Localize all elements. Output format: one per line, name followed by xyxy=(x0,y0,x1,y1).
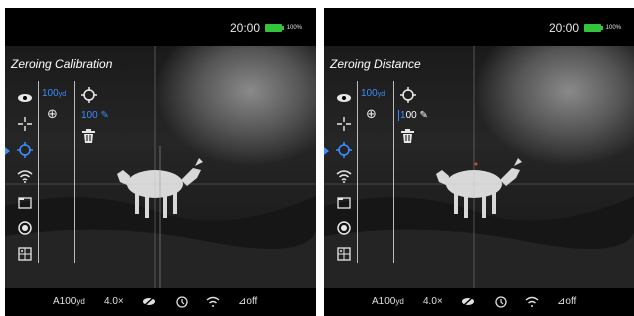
wifi-icon[interactable] xyxy=(336,168,352,184)
status-bar: 20:00 100% xyxy=(324,8,634,46)
eye-icon[interactable] xyxy=(17,90,33,106)
zeroing-distance-value[interactable]: 100yd xyxy=(42,88,66,99)
bottom-status-bar: A100yd 4.0× ⊿off xyxy=(5,288,316,316)
device-screen-right: 20:00 100% Zeroing Distance 100yd ⊕ 100 … xyxy=(324,8,634,316)
add-distance-icon[interactable]: ⊕ xyxy=(366,106,377,122)
battery-icon xyxy=(584,24,603,32)
selection-arrow-icon xyxy=(324,147,329,155)
clock: 20:00 xyxy=(229,21,260,35)
menu-title: Zeroing Calibration xyxy=(11,57,113,71)
trash-icon[interactable] xyxy=(401,129,414,148)
zoom-label: 4.0× xyxy=(104,296,124,307)
wifi-status-icon xyxy=(206,296,220,310)
profile-label: A100yd xyxy=(53,296,85,307)
settings-grid-icon[interactable] xyxy=(336,246,352,262)
ir-off-icon xyxy=(142,296,156,310)
divider xyxy=(38,81,39,263)
thermal-view xyxy=(324,46,634,288)
pencil-icon: ✎ xyxy=(419,110,428,121)
divider xyxy=(357,81,358,263)
distance-edit-field[interactable]: 100 ✎ xyxy=(398,110,428,121)
zoom-label: 4.0× xyxy=(423,296,443,307)
wifi-status-icon xyxy=(525,296,539,310)
folder-icon[interactable] xyxy=(17,194,33,210)
device-screen-left: 20:00 100% Zeroing Calibration 100yd ⊕ 1… xyxy=(5,8,316,316)
target-icon[interactable] xyxy=(81,87,97,108)
battery-percent: 100% xyxy=(605,25,621,31)
thermal-scene-image xyxy=(5,46,316,288)
status-bar: 20:00 100% xyxy=(5,8,316,46)
divider xyxy=(393,81,394,263)
pencil-icon: ✎ xyxy=(100,110,109,121)
zeroing-target-icon[interactable] xyxy=(336,142,352,158)
add-distance-icon[interactable]: ⊕ xyxy=(47,106,58,122)
clock-icon xyxy=(176,296,188,311)
target-icon[interactable] xyxy=(400,87,416,108)
record-icon[interactable] xyxy=(336,220,352,236)
edit-distance-value[interactable]: 100 ✎ xyxy=(81,110,109,121)
zeroing-target-icon[interactable] xyxy=(17,142,33,158)
zeroing-distance-value[interactable]: 100yd xyxy=(361,88,385,99)
clock: 20:00 xyxy=(548,21,579,35)
battery-icon xyxy=(265,24,284,32)
record-icon[interactable] xyxy=(17,220,33,236)
trash-icon[interactable] xyxy=(82,129,95,148)
selected-digit[interactable]: 1 xyxy=(398,110,406,121)
bottom-status-bar: A100yd 4.0× ⊿off xyxy=(324,288,634,316)
divider xyxy=(74,81,75,263)
pip-status: ⊿off xyxy=(238,296,258,307)
battery-percent: 100% xyxy=(286,25,302,31)
eye-icon[interactable] xyxy=(336,90,352,106)
selection-arrow-icon xyxy=(5,147,10,155)
settings-grid-icon[interactable] xyxy=(17,246,33,262)
pip-status: ⊿off xyxy=(557,296,577,307)
crosshair-icon[interactable] xyxy=(336,116,352,132)
ir-off-icon xyxy=(461,296,475,310)
menu-title: Zeroing Distance xyxy=(330,57,421,71)
thermal-view xyxy=(5,46,316,288)
wifi-icon[interactable] xyxy=(17,168,33,184)
thermal-scene-image xyxy=(324,46,634,288)
folder-icon[interactable] xyxy=(336,194,352,210)
profile-label: A100yd xyxy=(372,296,404,307)
clock-icon xyxy=(495,296,507,311)
crosshair-icon[interactable] xyxy=(17,116,33,132)
